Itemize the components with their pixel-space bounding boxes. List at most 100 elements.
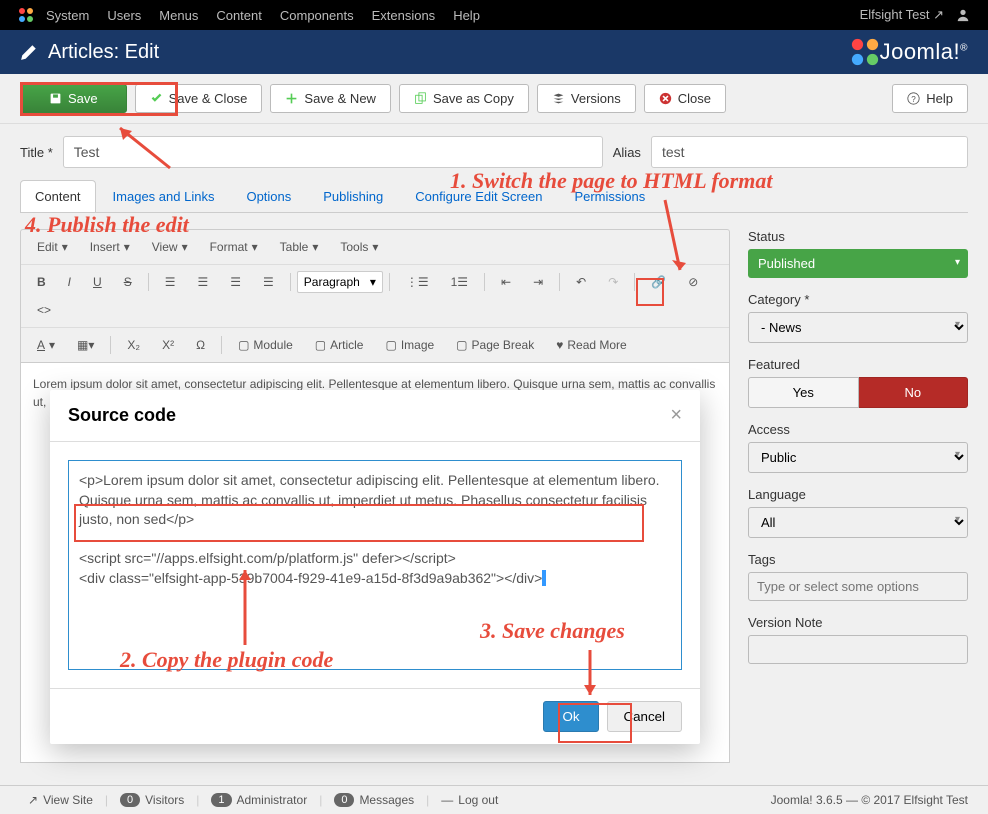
action-toolbar: Save Save & Close Save & New Save as Cop… xyxy=(0,74,988,124)
ol-icon[interactable]: 1☰ xyxy=(441,269,478,295)
ed-menu-insert[interactable]: Insert ▾ xyxy=(80,234,140,260)
image-button[interactable]: ▢ Image xyxy=(375,332,444,358)
check-icon xyxy=(150,92,163,105)
align-left-icon[interactable]: ☰ xyxy=(155,269,186,295)
save-button[interactable]: Save xyxy=(20,84,127,113)
save-new-button[interactable]: Save & New xyxy=(270,84,391,113)
pencil-icon xyxy=(20,43,38,61)
alias-label: Alias xyxy=(613,145,641,160)
category-label: Category xyxy=(748,292,968,307)
link-icon[interactable]: 🔗 xyxy=(641,269,676,295)
view-site-link[interactable]: ↗ View Site xyxy=(20,793,101,807)
status-select[interactable]: Published xyxy=(748,249,968,278)
user-name[interactable]: Elfsight Test ↗ xyxy=(860,7,944,23)
ok-button[interactable]: Ok xyxy=(543,701,598,732)
page-title: Articles: Edit xyxy=(48,41,850,64)
tab-content[interactable]: Content xyxy=(20,180,96,212)
version-note-label: Version Note xyxy=(748,615,968,630)
strike-icon[interactable]: S xyxy=(114,269,142,295)
svg-text:?: ? xyxy=(911,95,916,104)
align-center-icon[interactable]: ☰ xyxy=(187,269,218,295)
status-label: Status xyxy=(748,229,968,244)
logout-link[interactable]: — Log out xyxy=(433,793,506,807)
close-icon[interactable]: × xyxy=(670,404,682,427)
nav-help[interactable]: Help xyxy=(453,8,480,23)
tab-configure[interactable]: Configure Edit Screen xyxy=(400,180,557,212)
joomla-icon xyxy=(18,7,34,23)
language-label: Language xyxy=(748,487,968,502)
tab-permissions[interactable]: Permissions xyxy=(559,180,660,212)
undo-icon[interactable]: ↶ xyxy=(566,269,596,295)
source-textarea[interactable]: <p>Lorem ipsum dolor sit amet, consectet… xyxy=(68,460,682,670)
nav-users[interactable]: Users xyxy=(107,8,141,23)
alias-input[interactable] xyxy=(651,136,968,168)
user-icon[interactable] xyxy=(956,8,970,22)
top-nav: System Users Menus Content Components Ex… xyxy=(0,0,988,30)
copy-icon xyxy=(414,92,427,105)
source-code-modal: Source code × <p>Lorem ipsum dolor sit a… xyxy=(50,390,700,744)
visitors-link[interactable]: 0 Visitors xyxy=(112,793,192,807)
tab-options[interactable]: Options xyxy=(231,180,306,212)
messages-link[interactable]: 0 Messages xyxy=(326,793,422,807)
nav-extensions[interactable]: Extensions xyxy=(372,8,436,23)
tags-label: Tags xyxy=(748,552,968,567)
sup-icon[interactable]: X² xyxy=(152,332,184,358)
stack-icon xyxy=(552,92,565,105)
versions-button[interactable]: Versions xyxy=(537,84,636,113)
char-icon[interactable]: Ω xyxy=(186,332,215,358)
cancel-icon xyxy=(659,92,672,105)
indent-icon[interactable]: ⇥ xyxy=(523,269,553,295)
save-copy-button[interactable]: Save as Copy xyxy=(399,84,529,113)
nav-system[interactable]: System xyxy=(46,8,89,23)
tab-images[interactable]: Images and Links xyxy=(98,180,230,212)
cancel-button[interactable]: Cancel xyxy=(607,701,683,732)
ed-menu-edit[interactable]: Edit ▾ xyxy=(27,234,78,260)
category-select[interactable]: - News xyxy=(748,312,968,343)
forecolor-icon[interactable]: A▾ xyxy=(27,332,65,358)
pagebreak-button[interactable]: ▢ Page Break xyxy=(446,332,544,358)
ed-menu-tools[interactable]: Tools ▾ xyxy=(330,234,388,260)
bold-icon[interactable]: B xyxy=(27,269,56,295)
tab-publishing[interactable]: Publishing xyxy=(308,180,398,212)
language-select[interactable]: All xyxy=(748,507,968,538)
ed-menu-format[interactable]: Format ▾ xyxy=(200,234,268,260)
featured-label: Featured xyxy=(748,357,968,372)
ed-menu-table[interactable]: Table ▾ xyxy=(270,234,329,260)
title-input[interactable] xyxy=(63,136,603,168)
version-note-input[interactable] xyxy=(748,635,968,664)
redo-icon[interactable]: ↷ xyxy=(598,269,628,295)
close-button[interactable]: Close xyxy=(644,84,726,113)
access-select[interactable]: Public xyxy=(748,442,968,473)
nav-content[interactable]: Content xyxy=(216,8,262,23)
sub-icon[interactable]: X₂ xyxy=(117,332,150,358)
editor-toolbar: Edit ▾ Insert ▾ View ▾ Format ▾ Table ▾ … xyxy=(20,229,730,363)
footer: ↗ View Site | 0 Visitors | 1 Administrat… xyxy=(0,785,988,814)
align-justify-icon[interactable]: ☰ xyxy=(253,269,284,295)
article-button[interactable]: ▢ Article xyxy=(305,332,374,358)
save-close-button[interactable]: Save & Close xyxy=(135,84,263,113)
align-right-icon[interactable]: ☰ xyxy=(220,269,251,295)
outdent-icon[interactable]: ⇤ xyxy=(491,269,521,295)
nav-menus[interactable]: Menus xyxy=(159,8,198,23)
paragraph-select[interactable]: Paragraph ▾ xyxy=(297,271,383,293)
tabs: Content Images and Links Options Publish… xyxy=(20,180,968,213)
italic-icon[interactable]: I xyxy=(58,269,81,295)
ul-icon[interactable]: ⋮☰ xyxy=(396,269,439,295)
source-code-icon[interactable]: <> xyxy=(27,297,61,323)
readmore-button[interactable]: ♥ Read More xyxy=(546,332,637,358)
admin-link[interactable]: 1 Administrator xyxy=(203,793,315,807)
help-button[interactable]: ? Help xyxy=(892,84,968,113)
modal-title: Source code xyxy=(68,405,670,426)
ed-menu-view[interactable]: View ▾ xyxy=(142,234,198,260)
module-button[interactable]: ▢ Module xyxy=(228,332,303,358)
footer-version: Joomla! 3.6.5 — © 2017 Elfsight Test xyxy=(771,793,968,807)
featured-no[interactable]: No xyxy=(859,377,969,408)
table-icon[interactable]: ▦▾ xyxy=(67,332,104,358)
tags-input[interactable] xyxy=(748,572,968,601)
apply-icon xyxy=(49,92,62,105)
nav-components[interactable]: Components xyxy=(280,8,354,23)
featured-yes[interactable]: Yes xyxy=(748,377,859,408)
underline-icon[interactable]: U xyxy=(83,269,112,295)
unlink-icon[interactable]: ⊘ xyxy=(678,269,708,295)
plus-icon xyxy=(285,92,298,105)
